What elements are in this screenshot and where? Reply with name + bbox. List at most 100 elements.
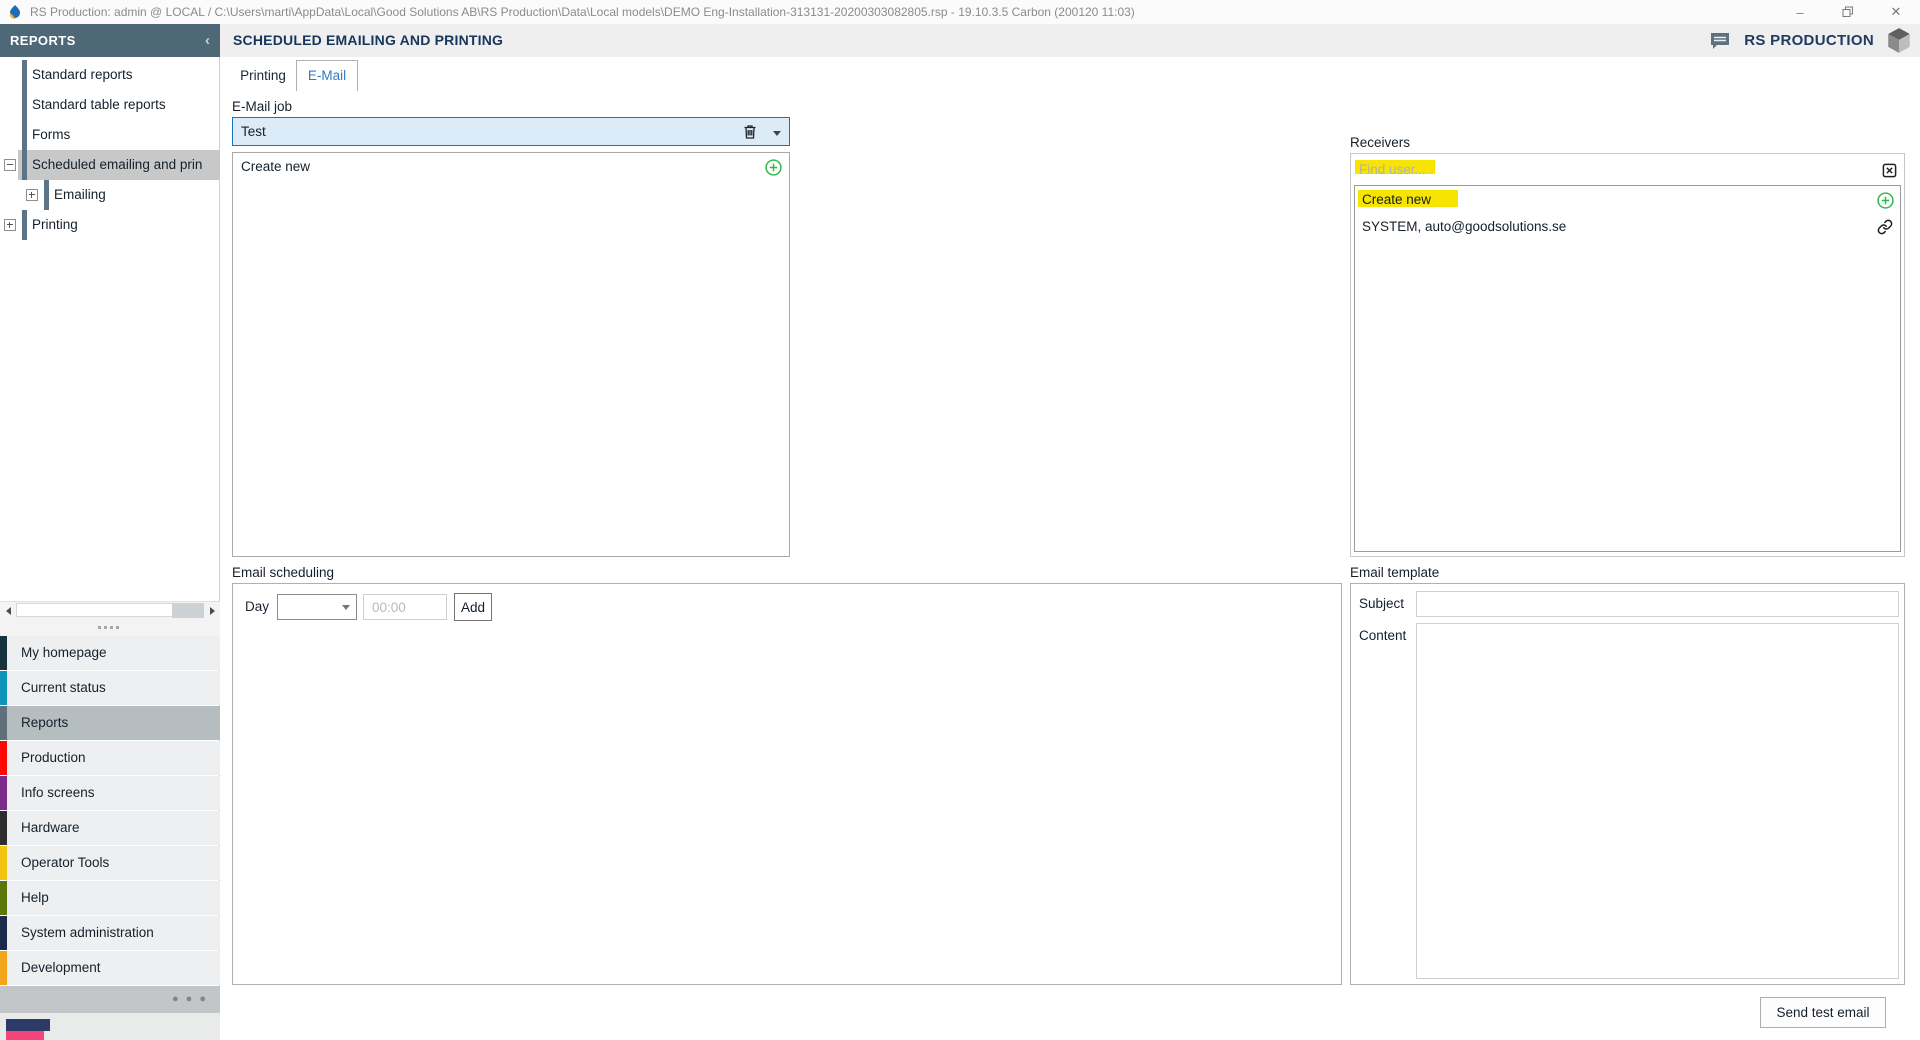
restore-button[interactable] xyxy=(1824,0,1872,24)
tree-item-standard-reports[interactable]: Standard reports xyxy=(0,60,220,90)
minimize-button[interactable]: – xyxy=(1776,0,1824,24)
window-title: RS Production: admin @ LOCAL / C:\Users\… xyxy=(30,0,1135,24)
nav-item-info-screens[interactable]: Info screens xyxy=(0,776,220,810)
sidebar-header: REPORTS ‹ xyxy=(0,24,220,57)
tree-guide-bar xyxy=(22,90,27,120)
chevron-down-icon xyxy=(773,131,781,136)
email-job-combobox[interactable]: Test xyxy=(232,117,790,146)
day-select[interactable] xyxy=(277,594,357,620)
tab-printing[interactable]: Printing xyxy=(233,62,293,90)
time-input[interactable] xyxy=(363,594,447,620)
add-schedule-button[interactable]: Add xyxy=(454,593,492,621)
tree-item-printing[interactable]: Printing xyxy=(0,210,220,240)
tree-item-label: Standard table reports xyxy=(32,90,166,120)
tab-email[interactable]: E-Mail xyxy=(296,60,358,91)
brand-flag-pink xyxy=(6,1031,44,1040)
email-scheduling-label: Email scheduling xyxy=(232,565,334,580)
email-scheduling-panel: Day Add xyxy=(232,583,1342,985)
nav-item-current-status[interactable]: Current status xyxy=(0,671,220,705)
overflow-dots-icon: ● ● ● xyxy=(172,986,208,1013)
trash-icon xyxy=(742,124,758,140)
link-icon xyxy=(1877,219,1893,235)
expand-node-icon[interactable] xyxy=(26,189,38,201)
nav-item-hardware[interactable]: Hardware xyxy=(0,811,220,845)
tree-item-scheduled-emailing[interactable]: Scheduled emailing and prin xyxy=(0,150,220,180)
add-circle-icon xyxy=(765,159,782,176)
panel-splitter[interactable] xyxy=(0,618,220,636)
tree-guide-bar xyxy=(22,150,27,180)
receivers-list: Create new SYSTEM, auto@goodsolutions.se xyxy=(1354,185,1901,552)
add-circle-icon xyxy=(1877,192,1894,209)
nav-item-development[interactable]: Development xyxy=(0,951,220,985)
content-textarea[interactable] xyxy=(1416,623,1899,979)
find-user-placeholder: Find user... xyxy=(1359,154,1426,185)
tree-guide-bar xyxy=(22,210,27,240)
module-nav: My homepage Current status Reports Produ… xyxy=(0,636,220,986)
day-label: Day xyxy=(245,594,269,620)
tree-item-standard-table-reports[interactable]: Standard table reports xyxy=(0,90,220,120)
nav-item-system-administration[interactable]: System administration xyxy=(0,916,220,950)
minimize-icon: – xyxy=(1796,5,1803,20)
sidebar-title: REPORTS xyxy=(10,24,76,57)
tree-guide-bar xyxy=(22,60,27,90)
brand-name: RS PRODUCTION xyxy=(1744,32,1874,49)
subject-label: Subject xyxy=(1359,591,1404,617)
receivers-panel: Find user... Create new SYSTEM, auto@goo… xyxy=(1350,153,1905,557)
collapse-sidebar-icon[interactable]: ‹ xyxy=(205,24,210,57)
link-receiver-button[interactable] xyxy=(1876,218,1894,236)
scroll-left-arrow[interactable] xyxy=(0,602,16,619)
page-header: SCHEDULED EMAILING AND PRINTING RS PRODU… xyxy=(220,24,1920,57)
tree-item-emailing[interactable]: Emailing xyxy=(0,180,220,210)
restore-icon xyxy=(1842,6,1854,18)
nav-overflow-button[interactable]: ● ● ● xyxy=(0,986,220,1013)
tree-item-label: Printing xyxy=(32,210,78,240)
tree-item-label: Scheduled emailing and prin xyxy=(32,150,202,180)
add-receiver-button[interactable] xyxy=(1876,191,1894,209)
email-job-selected-value: Test xyxy=(241,118,266,145)
scrollbar-thumb[interactable] xyxy=(172,603,204,618)
receiver-item-system-user[interactable]: SYSTEM, auto@goodsolutions.se xyxy=(1355,213,1900,240)
tree-guide-bar xyxy=(44,180,49,210)
send-test-email-button[interactable]: Send test email xyxy=(1760,997,1886,1028)
email-job-label: E-Mail job xyxy=(232,99,292,114)
find-user-input[interactable]: Find user... xyxy=(1351,154,1904,185)
create-new-label: Create new xyxy=(241,153,310,181)
sidebar-footer xyxy=(0,1013,220,1040)
app-icon xyxy=(7,4,23,20)
content-label: Content xyxy=(1359,623,1406,649)
tree-item-label: Emailing xyxy=(54,180,106,210)
receiver-item-create-new[interactable]: Create new xyxy=(1355,186,1900,213)
page-title: SCHEDULED EMAILING AND PRINTING xyxy=(233,24,503,57)
clear-box-icon xyxy=(1882,163,1897,178)
collapse-node-icon[interactable] xyxy=(4,159,16,171)
scroll-right-arrow[interactable] xyxy=(204,602,220,619)
clear-search-button[interactable] xyxy=(1881,162,1897,178)
email-template-panel: Subject Content xyxy=(1350,583,1905,985)
brand-cube-logo xyxy=(1886,27,1912,55)
nav-item-help[interactable]: Help xyxy=(0,881,220,915)
tree-horizontal-scrollbar[interactable] xyxy=(0,601,220,618)
nav-item-operator-tools[interactable]: Operator Tools xyxy=(0,846,220,880)
add-job-button[interactable] xyxy=(764,158,782,176)
receivers-label: Receivers xyxy=(1350,135,1410,150)
tree-guide-bar xyxy=(22,120,27,150)
job-list-item-create-new[interactable]: Create new xyxy=(233,153,789,181)
receiver-user-label: SYSTEM, auto@goodsolutions.se xyxy=(1362,213,1566,240)
expand-node-icon[interactable] xyxy=(4,219,16,231)
tree-item-forms[interactable]: Forms xyxy=(0,120,220,150)
subject-input[interactable] xyxy=(1416,591,1899,617)
nav-item-production[interactable]: Production xyxy=(0,741,220,775)
window-titlebar: RS Production: admin @ LOCAL / C:\Users\… xyxy=(0,0,1920,24)
close-button[interactable]: ✕ xyxy=(1872,0,1920,24)
nav-item-my-homepage[interactable]: My homepage xyxy=(0,636,220,670)
delete-job-button[interactable] xyxy=(739,121,761,143)
nav-item-reports[interactable]: Reports xyxy=(0,706,220,740)
chevron-down-icon xyxy=(342,605,350,610)
create-new-label: Create new xyxy=(1362,186,1431,213)
tree-item-label: Standard reports xyxy=(32,60,133,90)
email-job-list: Create new xyxy=(232,152,790,557)
brand-flag-navy xyxy=(6,1019,50,1031)
feedback-chat-icon[interactable] xyxy=(1708,31,1732,51)
combo-dropdown-button[interactable] xyxy=(771,129,783,137)
email-template-label: Email template xyxy=(1350,565,1439,580)
